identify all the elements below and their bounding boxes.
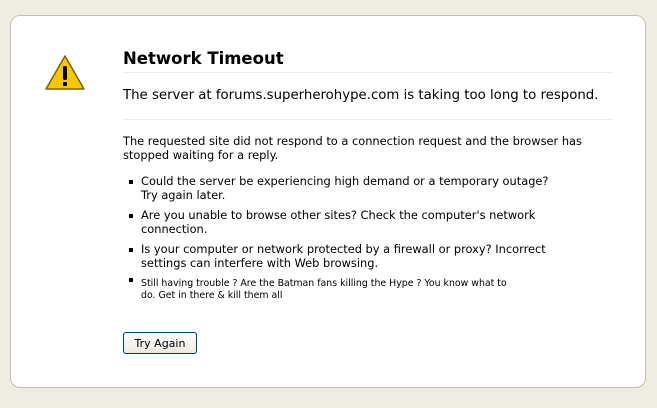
suggestion-item: Still having trouble ? Are the Batman fa… <box>123 278 521 302</box>
warning-icon <box>45 55 85 90</box>
title-divider <box>123 72 613 73</box>
try-again-button[interactable]: Try Again <box>123 332 197 354</box>
suggestion-list: Could the server be experiencing high de… <box>123 174 593 308</box>
suggestion-item: Is your computer or network protected by… <box>123 242 561 270</box>
suggestion-item: Could the server be experiencing high de… <box>123 174 561 202</box>
error-short-description: The server at forums.superherohype.com i… <box>123 88 599 103</box>
description-divider <box>123 119 613 120</box>
error-long-description: The requested site did not respond to a … <box>123 134 582 162</box>
error-title: Network Timeout <box>123 49 284 68</box>
error-page-container: Network Timeout The server at forums.sup… <box>10 15 646 388</box>
suggestion-item: Are you unable to browse other sites? Ch… <box>123 208 561 236</box>
